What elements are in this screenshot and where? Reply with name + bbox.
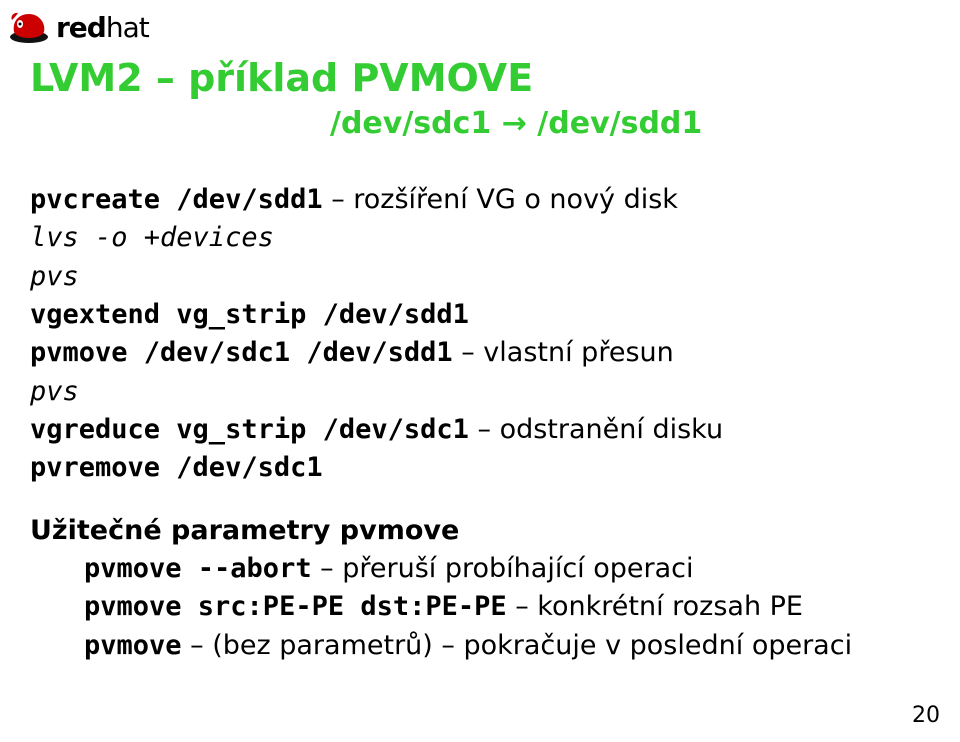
line-pvremove: pvremove /dev/sdc1 [30, 449, 930, 487]
line-pvs2: pvs [30, 373, 930, 411]
logo-label: redhat [56, 11, 149, 44]
slide-body: LVM2 – příklad PVMOVE /dev/sdc1 → /dev/s… [30, 56, 930, 665]
line-lvs: lvs -o +devices [30, 219, 930, 257]
line-pvmove: pvmove /dev/sdc1 /dev/sdd1 – vlastní pře… [30, 334, 930, 372]
line-vgextend: vgextend vg_strip /dev/sdd1 [30, 296, 930, 334]
slide-subtitle: /dev/sdc1 → /dev/sdd1 [330, 106, 930, 141]
line-pvs1: pvs [30, 258, 930, 296]
slide-content: pvcreate /dev/sdd1 – rozšíření VG o nový… [30, 181, 930, 665]
params-heading: Užitečné parametry pvmove [30, 512, 930, 550]
page-number: 20 [912, 703, 940, 728]
param-resume: pvmove – (bez parametrů) – pokračuje v p… [84, 627, 930, 665]
slide-title: LVM2 – příklad PVMOVE [30, 56, 930, 100]
params-block: Užitečné parametry pvmove pvmove --abort… [30, 512, 930, 665]
line-vgreduce: vgreduce vg_strip /dev/sdc1 – odstranění… [30, 411, 930, 449]
redhat-fedora-icon [8, 10, 50, 44]
param-range: pvmove src:PE-PE dst:PE-PE – konkrétní r… [84, 588, 930, 626]
param-abort: pvmove --abort – přeruší probíhající ope… [84, 550, 930, 588]
redhat-logo: redhat [8, 10, 149, 44]
line-pvcreate: pvcreate /dev/sdd1 – rozšíření VG o nový… [30, 181, 930, 219]
